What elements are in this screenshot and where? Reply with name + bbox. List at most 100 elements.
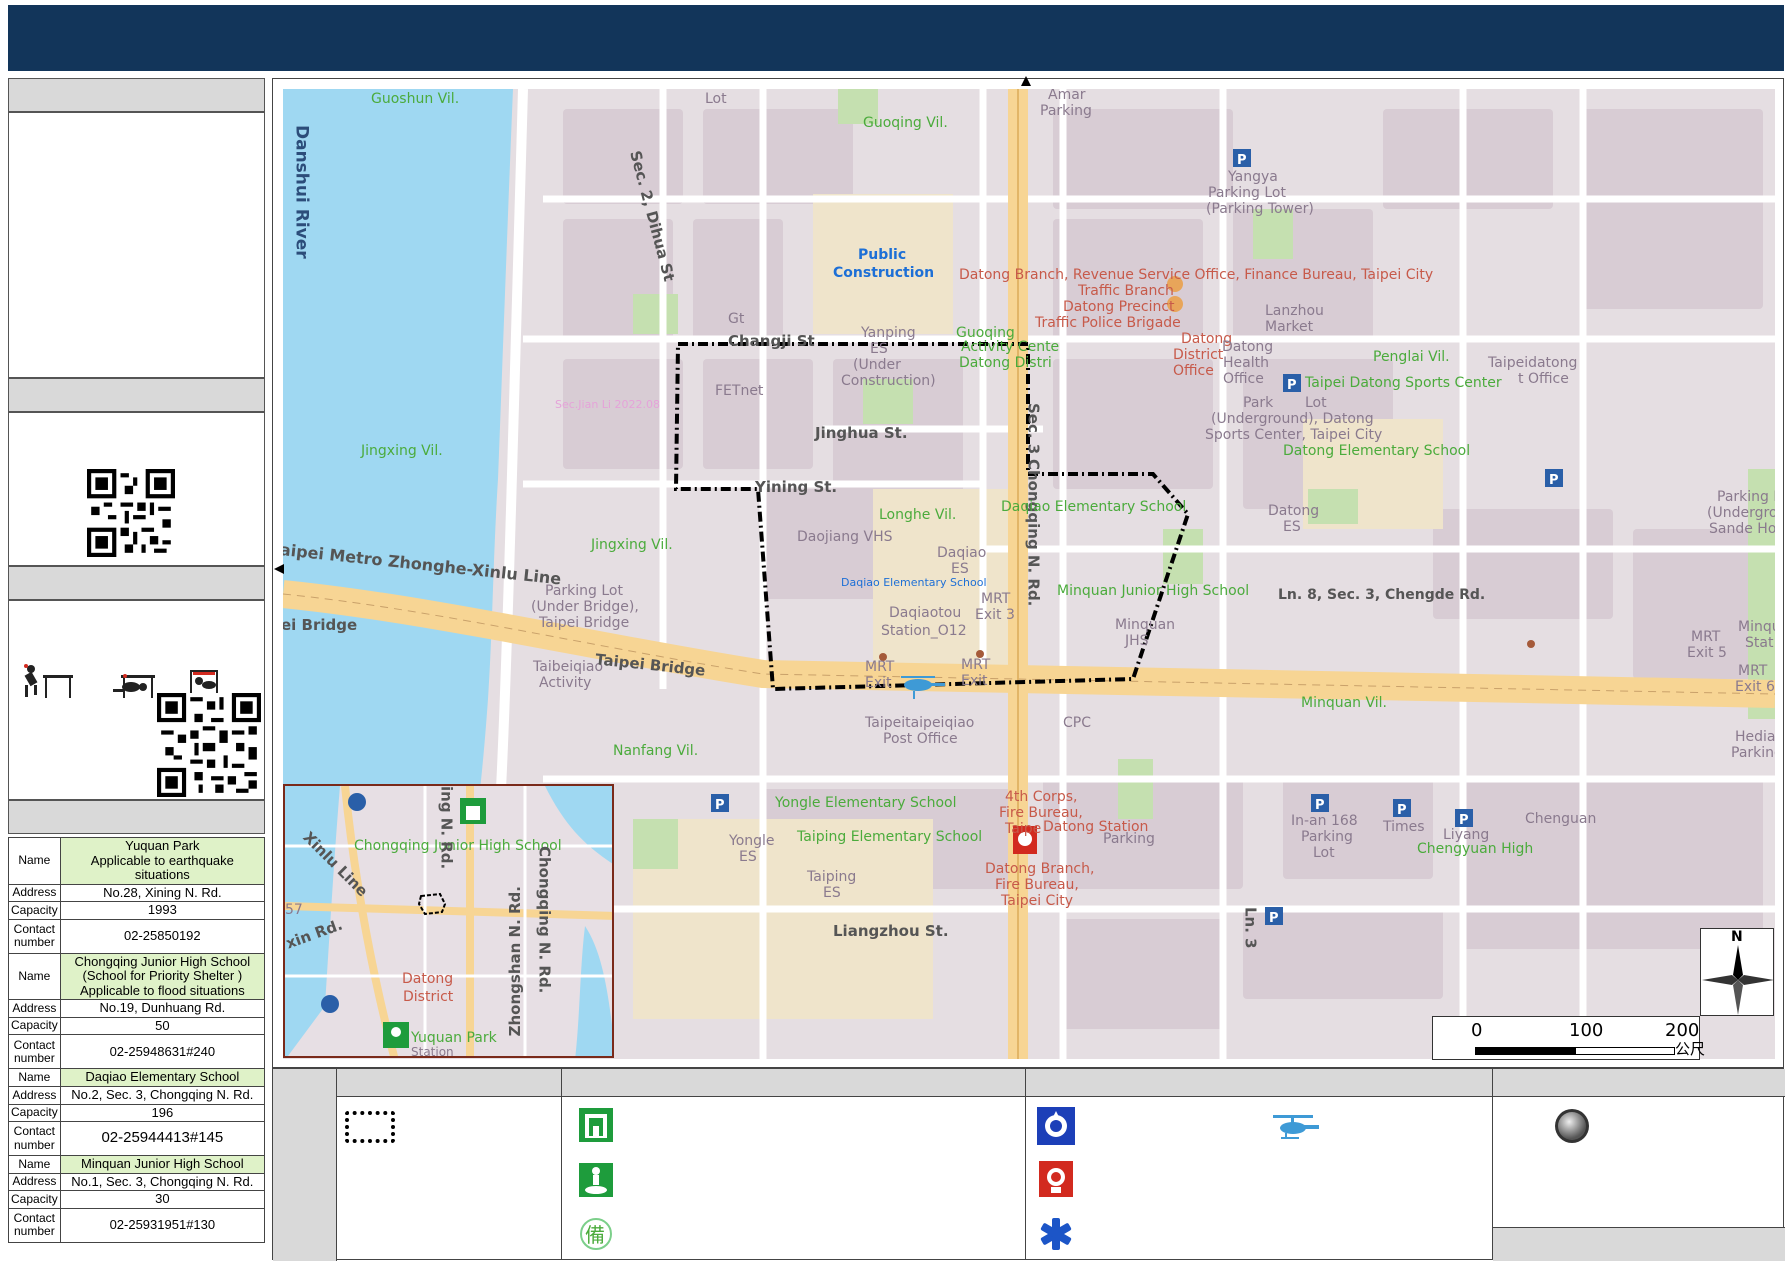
- label-chongqing-rd: Chongqing N. Rd.: [1024, 459, 1043, 607]
- label-office: Office: [1173, 363, 1214, 379]
- svg-text:P: P: [1459, 813, 1469, 828]
- label-yining-st: Yining St.: [755, 478, 838, 496]
- scale-0: 0: [1471, 1020, 1483, 1041]
- table-row: Contact number 02-25948631#240: [8, 1034, 266, 1070]
- table-row: Contact number 02-25850192: [8, 918, 266, 954]
- table-row: Name Daqiao Elementary School: [8, 1068, 266, 1088]
- legend-footer: [1493, 1227, 1785, 1261]
- label-post-office: Post Office: [883, 731, 958, 747]
- label-datong-es: Datong: [1268, 503, 1320, 519]
- legend-header-3: [1026, 1069, 1493, 1097]
- sidebar-section-header-3: [8, 566, 265, 600]
- label-taipe: Taipe: [1005, 821, 1042, 837]
- label-district: District: [1173, 347, 1224, 363]
- label-amar: Amar: [1048, 89, 1086, 103]
- label-cpc: CPC: [1063, 715, 1091, 731]
- label-parking-station: Parking: [1103, 831, 1155, 847]
- label-changji-st: Changji St: [728, 332, 815, 350]
- shelter-contact: 02-25850192: [59, 918, 266, 954]
- address-key: Address: [8, 883, 61, 903]
- label-taipeidatong: Taipeidatong: [1488, 355, 1578, 371]
- inset-label-ing-n-rd: ing N. Rd.: [437, 786, 456, 870]
- shelter-address: No.28, Xining N. Rd.: [59, 883, 266, 903]
- inset-label-district: District: [403, 989, 454, 1005]
- label-station-o12: Station_O12: [881, 623, 967, 639]
- label-yangya: Yangya: [1228, 169, 1278, 185]
- label-gt: Gt: [728, 311, 745, 327]
- label-fire-bureau2: Fire Bureau,: [995, 877, 1079, 893]
- label-in-an-lot: Lot: [1313, 845, 1335, 861]
- label-yongle: Yongle: [729, 833, 775, 849]
- label-mrt-exit5: MRT: [1691, 629, 1721, 645]
- label-sports-center-city: Sports Center, Taipei City: [1205, 427, 1383, 443]
- scale-segment-white: [1575, 1047, 1675, 1055]
- label-taiping-es: ES: [823, 885, 841, 901]
- label-taibeiqiao: Taibeiqiao: [533, 659, 604, 675]
- scale-200: 200: [1665, 1020, 1700, 1041]
- contact-key: Contact number: [8, 918, 61, 954]
- shelter-table: Name Yuquan Park Applicable to earthquak…: [8, 837, 266, 1243]
- label-chengyuan-high: Chengyuan High: [1417, 841, 1534, 857]
- svg-text:P: P: [1237, 153, 1247, 168]
- label-exit6: Exit 6: [1735, 679, 1775, 695]
- label-jinghua-st: Jinghua St.: [815, 424, 908, 442]
- label-lanzhou: Lanzhou: [1265, 303, 1324, 319]
- label-yangya-lot: Parking Lot: [1208, 185, 1286, 201]
- label-jingxing-vil-left: Jingxing Vil.: [361, 443, 443, 459]
- shelter-address: No.19, Dunhuang Rd.: [59, 999, 266, 1018]
- label-traffic-branch: Traffic Branch: [1078, 283, 1174, 299]
- scale-segment-black: [1475, 1047, 1575, 1055]
- label-construction-paren: Construction): [841, 373, 936, 389]
- shelter-capacity: 50: [59, 1016, 266, 1036]
- shelter-name: Yuquan Park: [125, 838, 200, 853]
- label-exit-a: Exit: [865, 675, 892, 691]
- shelter-address: No.2, Sec. 3, Chongqing N. Rd.: [59, 1086, 266, 1105]
- label-minqu: Minqu: [1738, 619, 1775, 635]
- label-jingxing-vil: Jingxing Vil.: [591, 537, 673, 553]
- capacity-key: Capacity: [8, 1190, 61, 1209]
- capacity-key: Capacity: [8, 901, 61, 920]
- inset-label-yuquan-park: Yuquan Park: [411, 1030, 497, 1046]
- label-public: Public: [858, 247, 907, 263]
- shelter-name-subtitle: (School for Priority Shelter ): [82, 968, 243, 984]
- shelter-name-cell: Yuquan Park Applicable to earthquake sit…: [59, 837, 266, 885]
- contact-key: Contact number: [8, 1034, 61, 1070]
- label-4th-corps: 4th Corps,: [1005, 789, 1078, 805]
- label-mrt-exit6: MRT: [1738, 663, 1768, 679]
- label-datong-precinct: Datong Precinct: [1063, 299, 1175, 315]
- sidebar-section-2: [8, 412, 265, 566]
- label-datong-health: Datong: [1222, 339, 1274, 355]
- scale-100: 100: [1569, 1020, 1604, 1041]
- label-times: Times: [1383, 819, 1425, 835]
- qr-code-icon[interactable]: [157, 693, 261, 797]
- inset-map[interactable]: Chongqing Junior High School Datong Dist…: [283, 784, 614, 1058]
- table-row: Address No.28, Xining N. Rd.: [8, 883, 266, 903]
- capacity-key: Capacity: [8, 1103, 61, 1123]
- legend-header-1: [337, 1069, 562, 1097]
- north-marker-icon: [1021, 76, 1031, 86]
- label-stat: Stat: [1745, 635, 1774, 651]
- legend-col-2: [562, 1097, 1026, 1259]
- label-datong-revenue-branch: Datong Branch, Revenue Service Office, F…: [959, 267, 1434, 283]
- svg-text:P: P: [1549, 473, 1559, 488]
- label-danshui-river: Danshui River: [291, 125, 312, 259]
- label-mrt-exit-b: MRT: [961, 657, 991, 673]
- label-activity-center: Activity Cente: [961, 339, 1060, 355]
- table-row: Name Chongqing Junior High School (Schoo…: [8, 952, 266, 1001]
- qr-code-icon[interactable]: [87, 469, 175, 557]
- legend-side-header: [273, 1069, 337, 1261]
- label-exit5: Exit 5: [1687, 645, 1727, 661]
- label-in-an-168: In-an 168: [1291, 813, 1358, 829]
- label-daqiao-elementary-small: Daqiao Elementary School: [841, 576, 987, 589]
- table-row: Name Yuquan Park Applicable to earthquak…: [8, 837, 266, 885]
- label-ln8-chengde-rd: Ln. 8, Sec. 3, Chengde Rd.: [1278, 587, 1486, 603]
- label-lot: Lot: [705, 91, 727, 107]
- label-taipei-city: Taipei City: [1001, 893, 1073, 909]
- shelter-name-cell: Chongqing Junior High School (School for…: [59, 952, 266, 1001]
- label-minquan: Minquan: [1115, 617, 1176, 633]
- label-datong-branch-fire: Datong Branch,: [985, 861, 1095, 877]
- label-traffic-police: Traffic Police Brigade: [1035, 315, 1181, 331]
- svg-text:P: P: [1287, 378, 1297, 393]
- label-yanping-es: ES: [870, 341, 888, 357]
- shelter-name: Minquan Junior High School: [59, 1155, 266, 1174]
